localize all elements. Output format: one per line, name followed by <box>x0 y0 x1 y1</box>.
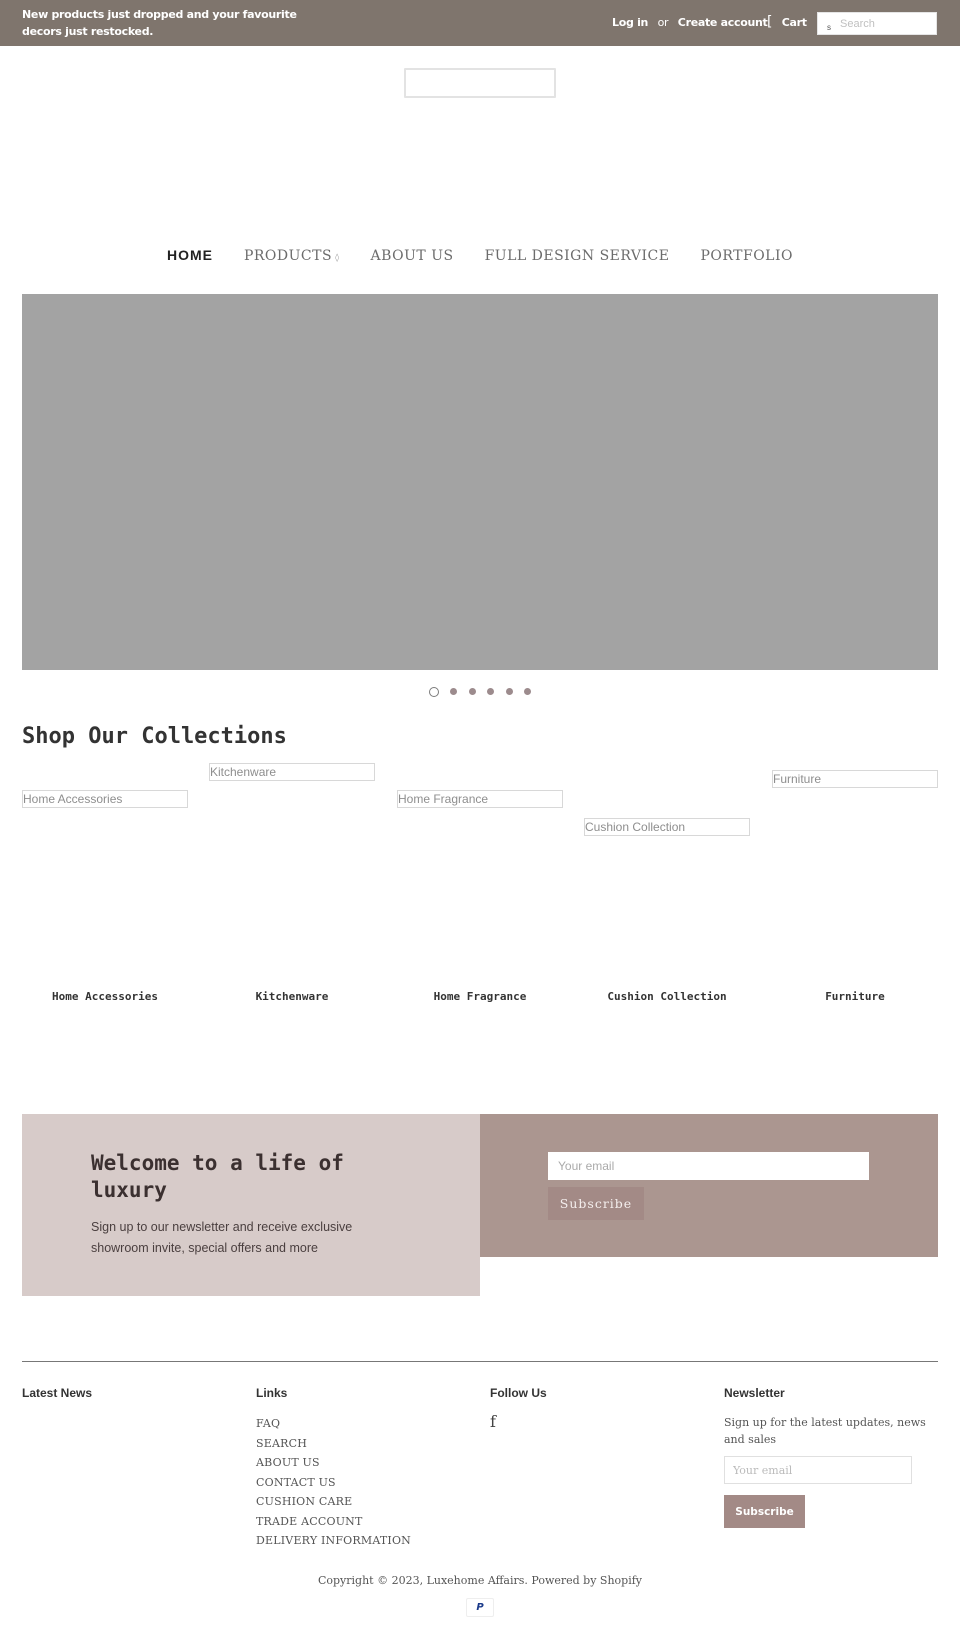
collection-image-kitchenware[interactable]: Kitchenware <box>209 763 375 781</box>
footer-link-search[interactable]: SEARCH <box>256 1437 307 1450</box>
slide-dot-1[interactable] <box>428 686 439 697</box>
cart-icon: [ <box>767 14 773 30</box>
footer-links: Links FAQ SEARCH ABOUT US CONTACT US CUS… <box>256 1386 476 1551</box>
store-name-link[interactable]: Luxehome Affairs <box>427 1574 525 1587</box>
search-icon[interactable]: s <box>827 23 831 32</box>
slide-dot-3[interactable] <box>468 688 476 696</box>
powered-by-link[interactable]: Powered by Shopify <box>531 1574 642 1587</box>
account-links: Log in or Create account <box>612 16 768 29</box>
paypal-icon: P <box>466 1598 494 1617</box>
footer-link-delivery-information[interactable]: DELIVERY INFORMATION <box>256 1534 411 1547</box>
footer-link-about-us[interactable]: ABOUT US <box>256 1456 320 1469</box>
search-input[interactable] <box>840 15 934 32</box>
footer-links-list: FAQ SEARCH ABOUT US CONTACT US CUSHION C… <box>256 1414 476 1551</box>
hero-slideshow[interactable] <box>22 294 938 670</box>
nav-item-about-us[interactable]: ABOUT US <box>370 248 453 264</box>
welcome-panel: Welcome to a life of luxury Sign up to o… <box>22 1114 480 1296</box>
nav-item-products[interactable]: PRODUCTS ◊ <box>244 248 340 264</box>
footer-subscribe-button[interactable]: Subscribe <box>724 1495 805 1528</box>
collection-image-cushion-collection[interactable]: Cushion Collection <box>584 818 750 836</box>
store-logo[interactable] <box>404 68 556 98</box>
collection-image-home-fragrance[interactable]: Home Fragrance <box>397 790 563 808</box>
search-box[interactable]: s <box>817 12 937 35</box>
footer-link-faq[interactable]: FAQ <box>256 1417 280 1430</box>
footer-link-cushion-care[interactable]: CUSHION CARE <box>256 1495 352 1508</box>
nav-item-portfolio[interactable]: PORTFOLIO <box>700 248 793 264</box>
cart-label: Cart <box>781 16 807 29</box>
footer-newsletter-text: Sign up for the latest updates, news and… <box>724 1416 926 1446</box>
newsletter-subscribe-button[interactable]: Subscribe <box>548 1187 644 1220</box>
login-link[interactable]: Log in <box>612 16 648 29</box>
links-heading: Links <box>256 1386 288 1400</box>
copyright: Copyright © 2023, Luxehome Affairs. Powe… <box>0 1574 960 1587</box>
slide-dot-6[interactable] <box>524 688 532 696</box>
cart-link[interactable]: [ Cart <box>767 14 807 30</box>
footer-newsletter-heading: Newsletter <box>724 1386 785 1400</box>
collection-link-furniture[interactable]: Furniture <box>772 990 938 1003</box>
footer-email-input[interactable] <box>724 1456 912 1484</box>
welcome-heading: Welcome to a life of luxury <box>91 1151 344 1202</box>
announcement-text: New products just dropped and your favou… <box>22 8 297 38</box>
follow-us-heading: Follow Us <box>490 1386 547 1400</box>
facebook-icon[interactable]: f <box>490 1412 496 1431</box>
nav-item-products-label: PRODUCTS <box>243 248 333 264</box>
welcome-text: Sign up to our newsletter and receive ex… <box>91 1220 353 1255</box>
footer-newsletter: Newsletter Sign up for the latest update… <box>724 1386 944 1528</box>
collection-link-cushion-collection[interactable]: Cushion Collection <box>584 990 750 1003</box>
collection-image-furniture[interactable]: Furniture <box>772 770 938 788</box>
slide-dot-4[interactable] <box>487 688 495 696</box>
subscribe-panel: Subscribe <box>480 1114 938 1257</box>
or-separator: or <box>657 16 669 29</box>
footer-follow-us: Follow Us f <box>490 1386 710 1432</box>
announcement-bar: New products just dropped and your favou… <box>0 0 960 46</box>
footer-latest-news: Latest News <box>22 1386 242 1414</box>
newsletter-email-input[interactable] <box>548 1152 869 1180</box>
collections-title: Shop Our Collections <box>22 724 287 749</box>
copyright-prefix: Copyright © 2023, <box>317 1574 427 1587</box>
slide-dot-2[interactable] <box>450 688 458 696</box>
slide-dot-5[interactable] <box>505 688 513 696</box>
slideshow-pagination <box>0 683 960 701</box>
footer-link-trade-account[interactable]: TRADE ACCOUNT <box>256 1515 363 1528</box>
nav-item-home[interactable]: HOME <box>167 247 213 263</box>
collection-image-home-accessories[interactable]: Home Accessories <box>22 790 188 808</box>
footer-divider <box>22 1361 938 1362</box>
chevron-down-icon: ◊ <box>335 253 340 262</box>
collection-link-home-fragrance[interactable]: Home Fragrance <box>397 990 563 1003</box>
collection-link-kitchenware[interactable]: Kitchenware <box>209 990 375 1003</box>
main-nav: HOME PRODUCTS ◊ ABOUT US FULL DESIGN SERV… <box>0 247 960 264</box>
nav-item-full-design-service[interactable]: FULL DESIGN SERVICE <box>485 248 670 264</box>
latest-news-heading: Latest News <box>22 1386 93 1400</box>
collection-link-home-accessories[interactable]: Home Accessories <box>22 990 188 1003</box>
footer-link-contact-us[interactable]: CONTACT US <box>256 1476 336 1489</box>
create-account-link[interactable]: Create account <box>678 16 768 29</box>
